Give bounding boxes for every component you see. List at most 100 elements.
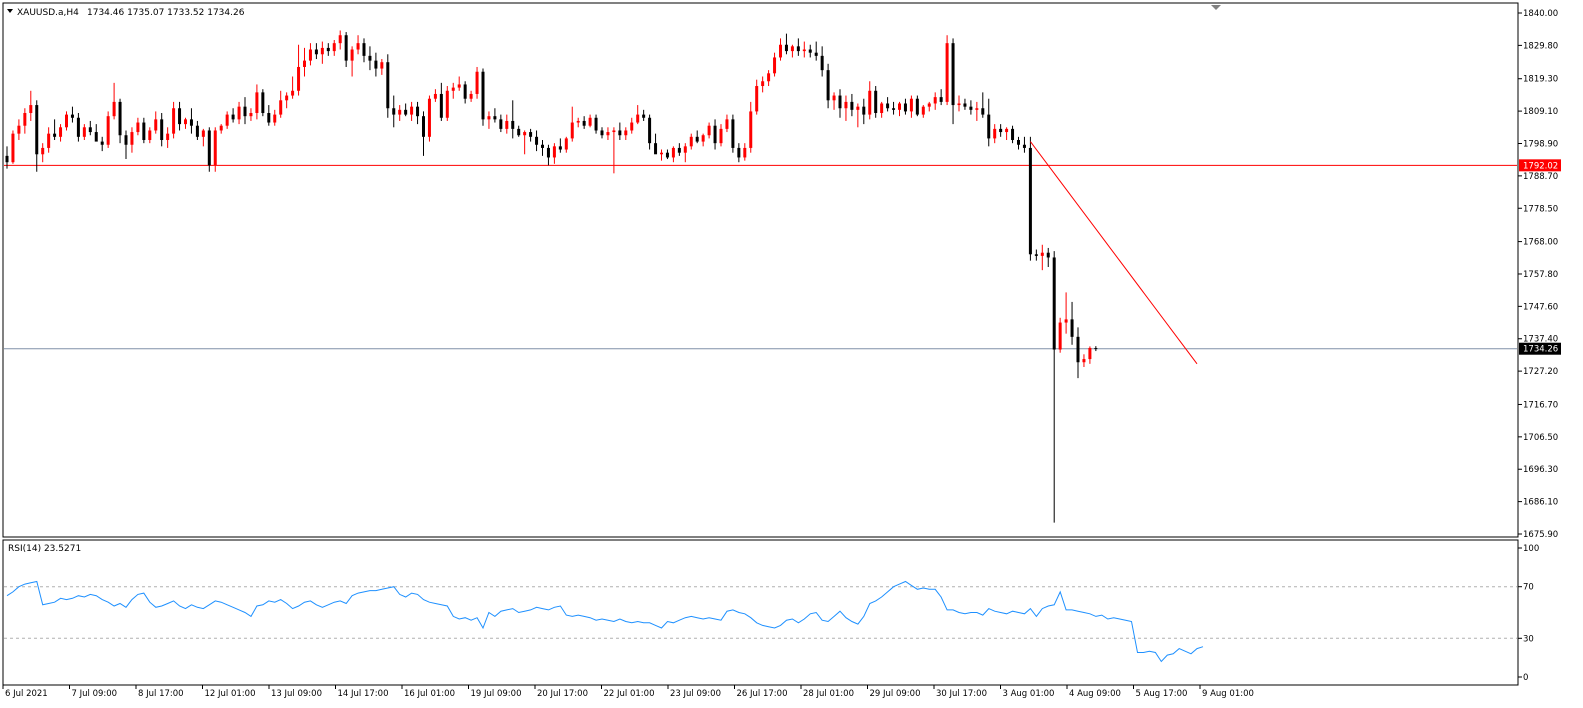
candle-body [892,108,896,110]
price-axis-label: 1829.80 [1523,41,1558,51]
candle[interactable] [481,68,485,126]
price-axis-label: 1840.00 [1523,9,1558,19]
candle-body [701,135,705,142]
candle-body [654,143,658,155]
candle-body [106,116,110,145]
candle[interactable] [213,127,217,172]
candle-body [999,128,1003,133]
candle-body [41,147,45,155]
candle-body [1088,347,1092,360]
candle-body [689,136,693,147]
candle-body [523,132,527,136]
candle[interactable] [945,35,949,106]
candle-body [136,122,140,133]
candle-body [808,49,812,53]
candle-body [386,62,390,109]
candle-body [493,116,497,120]
candle[interactable] [207,127,211,172]
candle-body [773,57,777,74]
candle-body [207,130,211,166]
candle-body [65,114,68,128]
candle-body [856,106,860,110]
candle-body [362,43,366,56]
candle-body [915,98,919,115]
rsi-panel[interactable] [2,539,1519,686]
candle-body [481,71,485,120]
time-axis-label: 23 Jul 09:00 [670,689,721,699]
price-panel[interactable] [2,2,1519,538]
candle-body [201,130,205,137]
candle-body [844,101,848,109]
candle-body [779,44,782,58]
candle-body [784,44,788,52]
chart-window: XAUUSD.a,H4 1734.46 1735.07 1733.52 1734… [0,0,1583,708]
candle[interactable] [445,86,449,121]
candle-body [445,90,449,118]
candle[interactable] [261,89,265,117]
candle-body [612,130,616,133]
candle[interactable] [11,130,15,164]
candle-body [671,147,675,158]
rsi-axis-label: 30 [1523,634,1534,644]
candle-body [707,125,711,136]
candle-body [546,147,550,158]
candle[interactable] [1028,136,1032,261]
rsi-axis-label: 0 [1523,673,1528,683]
candle-body [154,119,158,131]
candle-body [529,132,533,137]
candle-body [737,147,741,158]
candle-body [118,101,122,136]
candle-body [297,66,301,91]
candle[interactable] [106,111,110,148]
time-axis-label: 30 Jul 17:00 [936,689,987,699]
candle-body [112,101,116,117]
candle-body [166,133,170,140]
candle-body [469,93,473,99]
price-axis-label: 1819.30 [1523,75,1558,85]
candle-body [303,60,306,67]
candle-body [552,146,556,158]
candle-body [886,103,890,109]
candle[interactable] [427,95,431,142]
candle-body [1011,128,1015,140]
candle-body [427,98,431,137]
candle-body [933,97,937,104]
candle-body [755,86,759,112]
support-level-label: 1792.02 [1523,161,1558,171]
candle-body [142,122,146,140]
candle-body [475,71,479,94]
candle-body [642,114,646,118]
candle-body [576,120,580,123]
candle-body [410,106,414,115]
time-axis-label: 14 Jul 17:00 [338,689,389,699]
candle-body [5,155,9,163]
candle-body [88,127,92,133]
price-axis-label: 1798.90 [1523,139,1558,149]
time-axis-label: 3 Aug 01:00 [1003,689,1055,699]
candle-body [291,90,295,96]
time-axis-label: 13 Jul 09:00 [271,689,322,699]
candle-body [648,117,652,144]
candle-body [1064,319,1068,323]
candle[interactable] [731,114,735,153]
candle-body [213,130,217,166]
candle-body [356,43,360,50]
candle-body [100,141,104,145]
candle-body [517,128,521,136]
candle-body [178,108,182,125]
candle-body [725,119,729,129]
current-price-label: 1734.26 [1523,345,1558,355]
candle-body [541,144,544,148]
candle-body [160,119,164,140]
candle-body [874,90,878,114]
rsi-indicator-label: RSI(14) 23.5271 [8,544,81,554]
price-axis-label: 1768.00 [1523,238,1558,248]
candle-body [606,132,610,136]
candle-body [713,125,717,144]
candle[interactable] [874,86,878,118]
candle-body [59,127,63,137]
candle[interactable] [1058,317,1062,353]
candle-body [618,130,622,136]
candle-body [981,108,985,115]
candle-body [392,108,396,115]
